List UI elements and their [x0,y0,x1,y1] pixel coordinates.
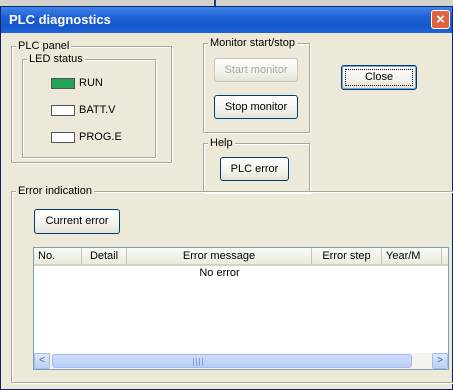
plc-panel-group: PLC panel LED status RUN BATT.V PROG.E [11,40,172,163]
led-status-group: LED status RUN BATT.V PROG.E [22,53,156,158]
column-detail[interactable]: Detail [82,248,127,264]
no-error-text: No error [199,267,240,279]
monitor-legend: Monitor start/stop [208,37,297,50]
stop-monitor-button[interactable]: Stop monitor [214,95,298,119]
run-led [51,78,75,89]
error-list-header: No. Detail Error message Error step Year… [34,248,448,266]
scroll-left-button[interactable]: < [34,353,50,369]
title-bar: PLC diagnostics × [1,7,452,33]
grip-icon [193,358,203,366]
start-monitor-button[interactable]: Start monitor [214,58,298,82]
prog-e-led [51,132,75,143]
prog-e-led-label: PROG.E [79,131,122,143]
run-led-label: RUN [79,77,103,89]
column-no[interactable]: No. [34,248,82,264]
batt-v-led [51,105,75,116]
scroll-thumb[interactable] [52,354,412,368]
led-status-legend: LED status [27,53,85,66]
plc-error-button[interactable]: PLC error [220,157,289,181]
batt-v-led-label: BATT.V [79,104,116,116]
plc-panel-legend: PLC panel [16,40,72,53]
horizontal-scrollbar[interactable]: < > [34,353,448,369]
window-title: PLC diagnostics [9,12,111,27]
current-error-button[interactable]: Current error [34,209,120,234]
plc-diagnostics-dialog: PLC diagnostics × PLC panel LED status R… [0,6,453,390]
help-group: Help PLC error [203,137,310,193]
error-indication-legend: Error indication [16,185,94,198]
scroll-right-button[interactable]: > [432,353,448,369]
dialog-client-area: PLC panel LED status RUN BATT.V PROG.E M… [4,33,453,385]
column-error-message[interactable]: Error message [127,248,312,264]
close-icon[interactable]: × [431,10,450,29]
focus-ring [345,69,413,86]
column-error-step[interactable]: Error step [312,248,382,264]
close-button[interactable]: Close [341,65,417,90]
error-list[interactable]: No. Detail Error message Error step Year… [33,247,449,370]
help-legend: Help [208,137,235,150]
column-year-month[interactable]: Year/M [382,248,442,264]
monitor-group: Monitor start/stop Start monitor Stop mo… [203,37,310,133]
